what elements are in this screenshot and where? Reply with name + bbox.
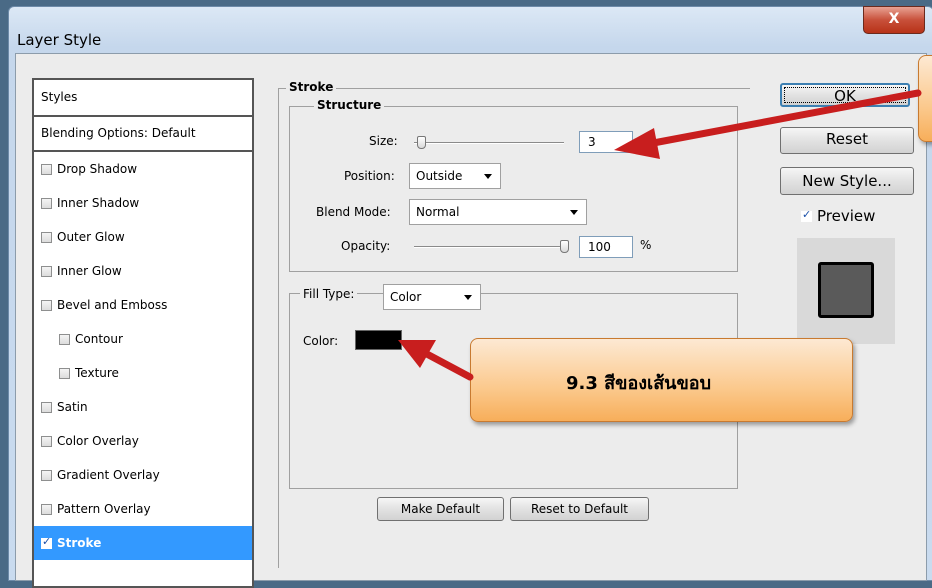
preview-swatch [818, 262, 874, 318]
position-select[interactable]: Outside [409, 163, 501, 189]
style-item-checkbox[interactable] [41, 503, 52, 515]
style-item-label: Inner Glow [57, 264, 122, 278]
style-item-satin[interactable]: Satin [34, 390, 252, 424]
top-callout-box [918, 55, 932, 142]
stroke-color-swatch[interactable] [355, 330, 402, 350]
style-item-label: Color Overlay [57, 434, 139, 448]
opacity-label: Opacity: [341, 239, 391, 253]
ok-button-label: OK [834, 87, 856, 105]
style-item-drop-shadow[interactable]: Drop Shadow [34, 152, 252, 186]
style-item-checkbox[interactable] [41, 435, 52, 447]
color-callout-box: 9.3 สีของเส้นขอบ [470, 338, 853, 422]
style-item-checkbox[interactable] [41, 535, 52, 549]
styles-list-panel: Styles Blending Options: Default Drop Sh… [32, 78, 254, 588]
fill-type-select[interactable]: Color [383, 284, 481, 310]
style-item-stroke[interactable]: Stroke [34, 526, 252, 560]
blend-mode-select[interactable]: Normal [409, 199, 587, 225]
blending-options-item[interactable]: Blending Options: Default [34, 117, 252, 152]
style-item-gradient-overlay[interactable]: Gradient Overlay [34, 458, 252, 492]
style-item-label: Bevel and Emboss [57, 298, 168, 312]
style-item-label: Satin [57, 400, 88, 414]
style-item-bevel-and-emboss[interactable]: Bevel and Emboss [34, 288, 252, 322]
style-item-checkbox[interactable] [41, 469, 52, 481]
style-item-checkbox[interactable] [59, 333, 70, 345]
callout-text: 9.3 สีของเส้นขอบ [566, 373, 712, 394]
chevron-down-icon [464, 295, 472, 300]
style-item-label: Gradient Overlay [57, 468, 160, 482]
style-item-inner-glow[interactable]: Inner Glow [34, 254, 252, 288]
opacity-unit-label: % [640, 238, 652, 252]
fill-type-select-value: Color [390, 290, 422, 304]
size-label: Size: [369, 134, 398, 148]
reset-button[interactable]: Reset [780, 127, 914, 154]
style-items-list: Drop Shadow Inner Shadow Outer Glow Inner G… [34, 152, 252, 560]
size-unit-label: px [640, 134, 655, 148]
preview-label: Preview [817, 207, 876, 225]
fill-type-label: Fill Type: [300, 287, 358, 301]
style-item-checkbox[interactable] [41, 231, 52, 243]
size-slider-track[interactable] [414, 142, 564, 144]
styles-header[interactable]: Styles [34, 80, 252, 117]
style-item-checkbox[interactable] [59, 367, 70, 379]
style-item-outer-glow[interactable]: Outer Glow [34, 220, 252, 254]
style-item-checkbox[interactable] [41, 299, 52, 311]
chevron-down-icon [570, 210, 578, 215]
dialog-title: Layer Style [17, 31, 102, 49]
opacity-slider-thumb[interactable] [560, 240, 569, 253]
style-item-checkbox[interactable] [41, 265, 52, 277]
style-item-pattern-overlay[interactable]: Pattern Overlay [34, 492, 252, 526]
style-item-contour[interactable]: Contour [34, 322, 252, 356]
size-input[interactable]: 3 [579, 131, 633, 153]
style-item-label: Texture [75, 366, 119, 380]
style-item-texture[interactable]: Texture [34, 356, 252, 390]
style-item-label: Outer Glow [57, 230, 125, 244]
style-item-label: Stroke [57, 536, 102, 550]
preview-checkbox-row[interactable]: Preview [801, 207, 875, 225]
style-item-label: Contour [75, 332, 123, 346]
style-item-inner-shadow[interactable]: Inner Shadow [34, 186, 252, 220]
style-item-label: Drop Shadow [57, 162, 138, 176]
opacity-slider-track[interactable] [414, 246, 564, 248]
stroke-group-title: Stroke [286, 80, 337, 94]
style-item-checkbox[interactable] [41, 401, 52, 413]
style-item-color-overlay[interactable]: Color Overlay [34, 424, 252, 458]
close-button[interactable]: X [863, 6, 925, 34]
reset-to-default-button[interactable]: Reset to Default [510, 497, 649, 521]
color-label: Color: [303, 334, 339, 348]
new-style-button[interactable]: New Style... [780, 167, 914, 195]
style-item-checkbox[interactable] [41, 197, 52, 209]
blend-mode-label: Blend Mode: [316, 205, 391, 219]
ok-button[interactable]: OK [780, 83, 910, 107]
size-slider-thumb[interactable] [416, 136, 426, 149]
preview-checkbox[interactable] [801, 208, 812, 222]
blend-mode-select-value: Normal [416, 205, 460, 219]
style-item-checkbox[interactable] [41, 163, 52, 175]
chevron-down-icon [484, 174, 492, 179]
position-select-value: Outside [416, 169, 463, 183]
preview-thumbnail [797, 238, 895, 344]
opacity-input[interactable]: 100 [579, 236, 633, 258]
style-item-label: Inner Shadow [57, 196, 140, 210]
style-item-label: Pattern Overlay [57, 502, 151, 516]
structure-group-title: Structure [314, 98, 385, 112]
position-label: Position: [344, 169, 395, 183]
make-default-button[interactable]: Make Default [377, 497, 504, 521]
